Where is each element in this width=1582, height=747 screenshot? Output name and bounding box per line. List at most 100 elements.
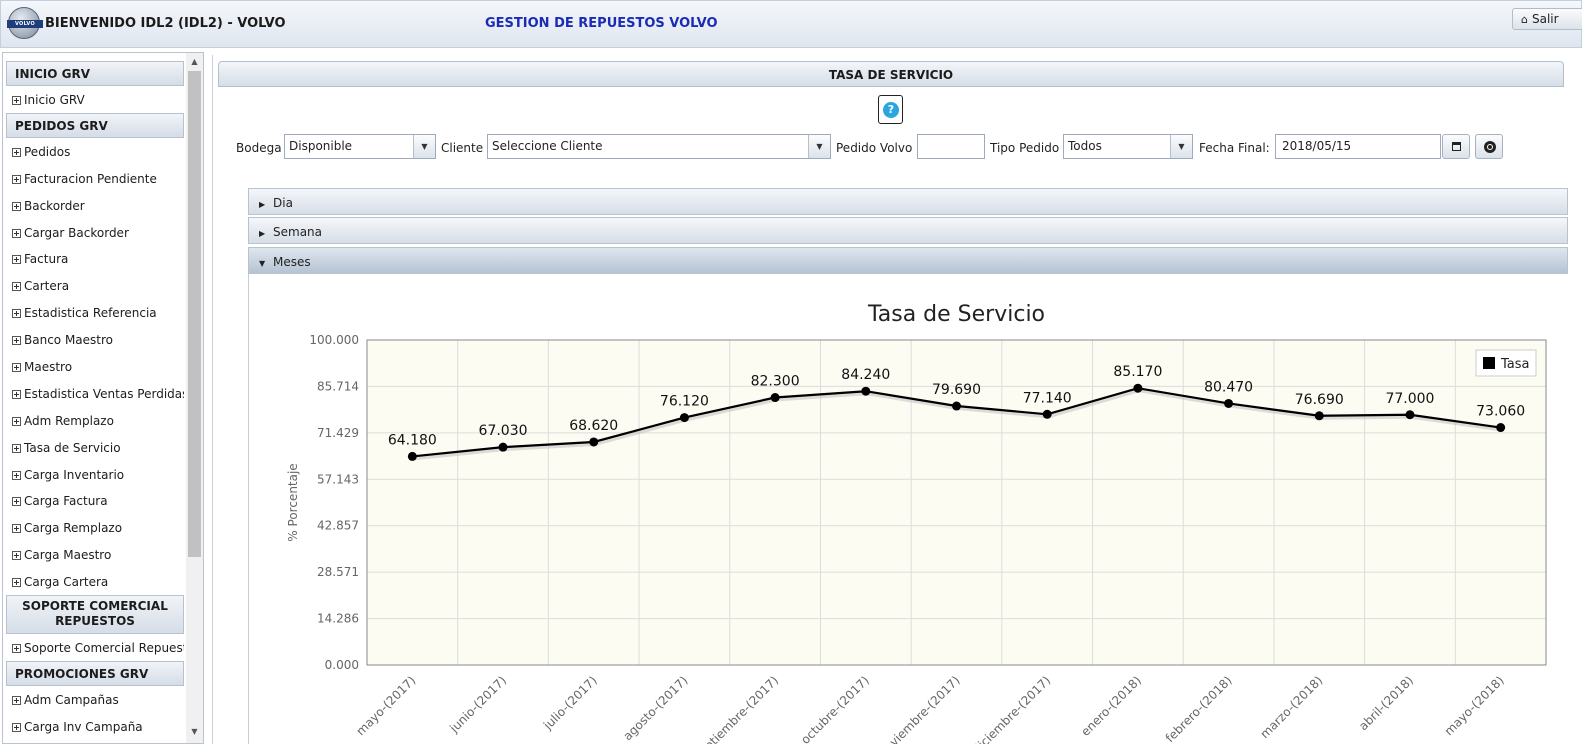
- sidebar-item-factura[interactable]: Factura: [6, 245, 184, 272]
- scroll-down-icon[interactable]: ▼: [186, 725, 203, 739]
- expand-icon: [12, 497, 21, 507]
- chevron-down-icon[interactable]: ▼: [808, 135, 830, 158]
- section-header-soporte[interactable]: SOPORTE COMERCIAL REPUESTOS: [6, 595, 184, 635]
- sidebar-menu: INICIO GRV Inicio GRV PEDIDOS GRV Pedido…: [6, 61, 184, 740]
- data-point: [1314, 411, 1324, 421]
- sidebar-item-carga-inv-campana[interactable]: Carga Inv Campaña: [6, 713, 184, 740]
- home-icon: ⌂: [1521, 13, 1528, 26]
- calendar-button[interactable]: [1442, 134, 1470, 159]
- data-point: [1133, 383, 1143, 393]
- y-tick-label: 28.571: [317, 565, 359, 579]
- help-button[interactable]: ?: [878, 95, 903, 124]
- tipo-pedido-label: Tipo Pedido: [990, 141, 1060, 155]
- expand-icon: [12, 363, 21, 373]
- expand-icon: [12, 524, 21, 534]
- scrollbar-thumb[interactable]: [188, 71, 201, 557]
- expand-icon: [12, 578, 21, 588]
- y-tick-label: 42.857: [317, 519, 359, 533]
- sidebar-item-carga-factura[interactable]: Carga Factura: [6, 487, 184, 514]
- expand-icon: [12, 96, 21, 105]
- x-tick-label: mayo-(2017): [353, 673, 418, 738]
- fecha-final-label: Fecha Final:: [1199, 141, 1270, 155]
- sidebar-item-maestro[interactable]: Maestro: [6, 353, 184, 380]
- x-tick-label: diciembre-(2017): [970, 673, 1053, 744]
- cliente-select[interactable]: Seleccione Cliente ▼: [487, 134, 831, 159]
- sidebar-item-adm-remplazo[interactable]: Adm Remplazo: [6, 407, 184, 434]
- expand-icon: [12, 695, 21, 705]
- data-label: 76.120: [660, 394, 709, 410]
- expand-icon: [12, 201, 21, 211]
- expand-icon: [12, 470, 21, 480]
- sidebar-item-estadistica-ventas-perdidas[interactable]: Estadistica Ventas Perdidas: [6, 380, 184, 407]
- data-point: [1496, 423, 1506, 433]
- expand-icon: [12, 228, 21, 238]
- sidebar-item-pedidos[interactable]: Pedidos: [6, 138, 184, 165]
- sidebar-item-carga-inventario[interactable]: Carga Inventario: [6, 461, 184, 488]
- chart-title: Tasa de Servicio: [867, 302, 1045, 327]
- sidebar-item-carga-cartera[interactable]: Carga Cartera: [6, 568, 184, 595]
- question-icon: ?: [883, 102, 899, 118]
- x-tick-label: abril-(2018): [1356, 673, 1416, 733]
- scroll-up-icon[interactable]: ▲: [186, 55, 203, 69]
- data-label: 82.300: [751, 374, 800, 390]
- section-header-promociones[interactable]: PROMOCIONES GRV: [6, 660, 184, 686]
- data-point: [1224, 398, 1234, 408]
- data-point: [1042, 409, 1052, 419]
- x-tick-label: enero-(2018): [1078, 673, 1144, 739]
- top-header: VOLVO BIENVENIDO IDL2 (IDL2) - VOLVO GES…: [0, 0, 1582, 48]
- exit-label: Salir: [1531, 12, 1559, 26]
- volvo-logo: VOLVO: [7, 7, 43, 39]
- sidebar-item-backorder[interactable]: Backorder: [6, 192, 184, 219]
- fecha-final-input[interactable]: 2018/05/15: [1275, 134, 1441, 159]
- sidebar-item-carga-maestro[interactable]: Carga Maestro: [6, 541, 184, 568]
- data-label: 67.030: [479, 423, 528, 439]
- data-point: [589, 437, 599, 447]
- expand-icon: [12, 722, 21, 732]
- bodega-select[interactable]: Disponible ▼: [284, 134, 436, 159]
- data-label: 80.470: [1204, 379, 1253, 395]
- x-tick-label: junio-(2017): [446, 673, 509, 736]
- expand-icon: [12, 174, 21, 184]
- tipo-pedido-select[interactable]: Todos ▼: [1063, 134, 1193, 159]
- sidebar-item-carga-remplazo[interactable]: Carga Remplazo: [6, 514, 184, 541]
- chart-container: 0.000 14.286 28.571 42.857 57.143 71.429 85.71…: [248, 274, 1568, 747]
- chevron-down-icon[interactable]: ▼: [1170, 135, 1192, 158]
- data-point: [770, 393, 780, 403]
- expand-icon: [12, 255, 21, 265]
- x-tick-label: mayo-(2018): [1442, 673, 1507, 738]
- line-chart: 0.000 14.286 28.571 42.857 57.143 71.429 85.71…: [286, 302, 1547, 747]
- legend-label: Tasa: [1500, 357, 1530, 372]
- sidebar-item-banco-maestro[interactable]: Banco Maestro: [6, 326, 184, 353]
- sidebar-item-cargar-backorder[interactable]: Cargar Backorder: [6, 219, 184, 246]
- accordion-dia[interactable]: ▶ Dia: [248, 188, 1568, 215]
- y-tick-label: 57.143: [317, 472, 359, 486]
- page-title: TASA DE SERVICIO: [218, 61, 1564, 87]
- data-label: 79.690: [932, 382, 981, 398]
- search-button[interactable]: [1475, 134, 1503, 159]
- sidebar-item-tasa-de-servicio[interactable]: Tasa de Servicio: [6, 434, 184, 461]
- sidebar-item-estadistica-referencia[interactable]: Estadistica Referencia: [6, 299, 184, 326]
- sidebar-item-cartera[interactable]: Cartera: [6, 272, 184, 299]
- section-header-pedidos[interactable]: PEDIDOS GRV: [6, 112, 184, 138]
- caret-right-icon: ▶: [259, 229, 266, 238]
- sidebar-item-soporte-comercial[interactable]: Soporte Comercial Repuestos: [6, 634, 184, 661]
- chevron-down-icon[interactable]: ▼: [413, 135, 435, 158]
- section-header-inicio[interactable]: INICIO GRV: [6, 61, 184, 86]
- data-point: [861, 386, 871, 396]
- accordion-meses[interactable]: ▼ Meses: [248, 247, 1568, 274]
- sidebar-item-facturacion-pendiente[interactable]: Facturacion Pendiente: [6, 165, 184, 192]
- expand-icon: [12, 282, 21, 292]
- sidebar-item-inicio-grv[interactable]: Inicio GRV: [6, 86, 184, 113]
- data-label: 84.240: [841, 367, 890, 383]
- sidebar-scrollbar[interactable]: ▲ ▼: [186, 53, 203, 743]
- x-tick-label: octubre-(2017): [798, 673, 872, 744]
- x-tick-label: julio-(2017): [540, 673, 600, 733]
- exit-button[interactable]: ⌂ Salir: [1512, 8, 1582, 30]
- sidebar-item-adm-campanas[interactable]: Adm Campañas: [6, 686, 184, 713]
- pedido-volvo-input[interactable]: [917, 134, 985, 159]
- calendar-icon: [1452, 142, 1461, 151]
- pedido-volvo-label: Pedido Volvo: [836, 141, 913, 155]
- accordion-semana[interactable]: ▶ Semana: [248, 217, 1568, 244]
- expand-icon: [12, 644, 21, 654]
- expand-icon: [12, 416, 21, 426]
